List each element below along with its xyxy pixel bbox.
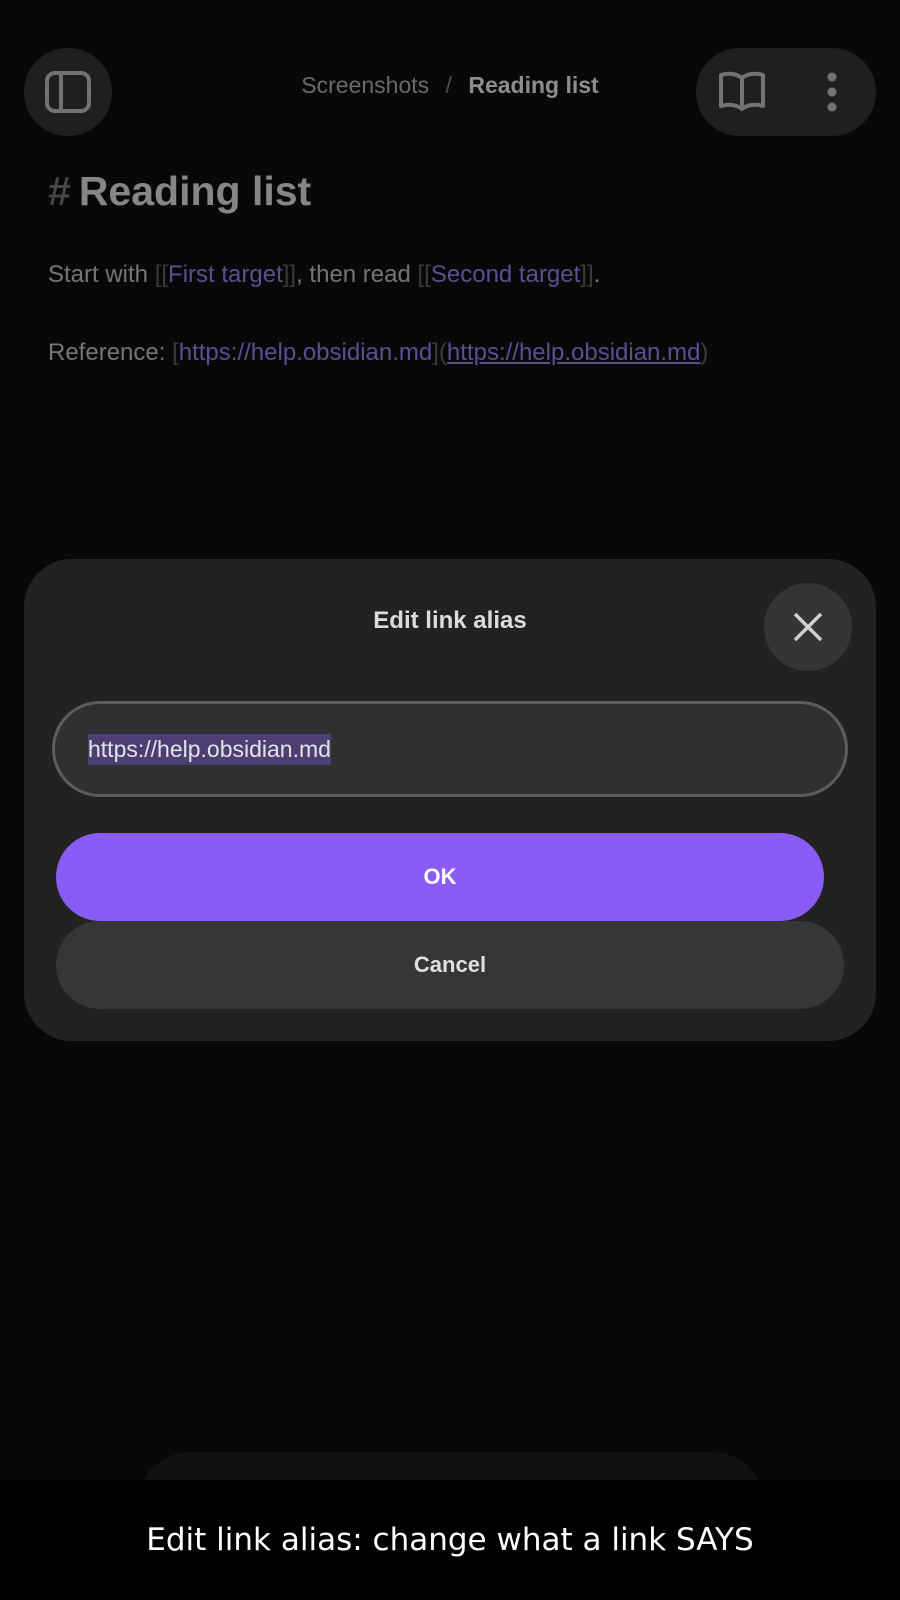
caption-banner: Edit link alias: change what a link SAYS bbox=[0, 1480, 900, 1600]
alias-input-value: https://help.obsidian.md bbox=[88, 733, 331, 765]
caption-text: Edit link alias: change what a link SAYS bbox=[146, 1522, 754, 1558]
modal-title: Edit link alias bbox=[373, 607, 527, 634]
ok-button[interactable]: OK bbox=[56, 833, 824, 921]
close-button[interactable] bbox=[764, 583, 852, 671]
cancel-button[interactable]: Cancel bbox=[56, 921, 844, 1009]
alias-input[interactable]: https://help.obsidian.md bbox=[52, 701, 848, 797]
close-icon bbox=[793, 612, 823, 642]
edit-link-alias-modal: Edit link alias https://help.obsidian.md… bbox=[24, 559, 876, 1041]
